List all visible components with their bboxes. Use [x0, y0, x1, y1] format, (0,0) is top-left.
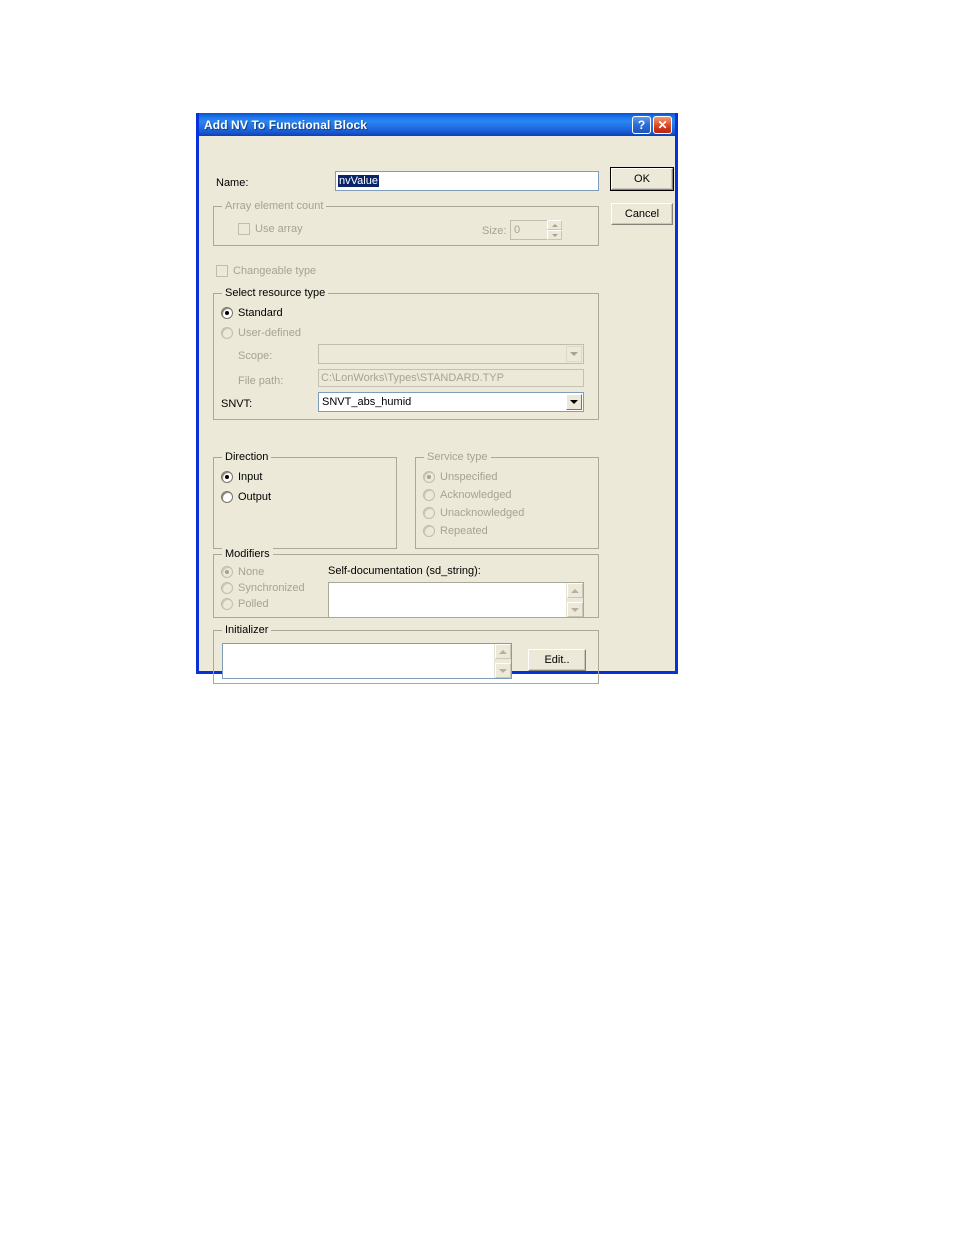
direction-group: Direction Input Output — [213, 451, 397, 549]
file-path-field: C:\LonWorks\Types\STANDARD.TYP — [318, 369, 584, 387]
radio-icon — [423, 489, 435, 501]
checkbox-icon — [216, 265, 228, 277]
radio-service-acknowledged-label: Acknowledged — [440, 489, 512, 501]
radio-service-repeated-label: Repeated — [440, 525, 488, 537]
title-bar[interactable]: Add NV To Functional Block ? ✕ — [199, 113, 675, 136]
radio-service-acknowledged[interactable]: Acknowledged — [423, 489, 512, 501]
sd-string-label: Self-documentation (sd_string): — [328, 565, 481, 577]
radio-icon — [221, 307, 233, 319]
initializer-title: Initializer — [222, 624, 272, 636]
radio-modifier-none-label: None — [238, 566, 265, 578]
stepper-down-icon[interactable] — [547, 230, 562, 240]
snvt-value: SNVT_abs_humid — [322, 396, 412, 408]
radio-direction-input-label: Input — [238, 471, 263, 483]
edit-button[interactable]: Edit.. — [528, 649, 586, 671]
snvt-dropdown[interactable]: SNVT_abs_humid — [318, 392, 584, 412]
name-label: Name: — [216, 177, 249, 189]
service-type-group: Service type Unspecified Acknowledged Un… — [415, 451, 599, 549]
changeable-type-checkbox[interactable]: Changeable type — [216, 265, 316, 277]
radio-service-unspecified-label: Unspecified — [440, 471, 498, 483]
radio-icon — [221, 471, 233, 483]
radio-icon — [221, 598, 233, 610]
modifiers-title: Modifiers — [222, 548, 273, 560]
name-input-value: nvValue — [338, 175, 379, 187]
radio-direction-output-label: Output — [238, 491, 272, 503]
initializer-textarea[interactable] — [222, 643, 512, 679]
file-path-label: File path: — [238, 375, 284, 387]
radio-user-defined-label: User-defined — [238, 327, 301, 339]
scope-dropdown[interactable] — [318, 344, 584, 364]
scope-label: Scope: — [238, 350, 273, 362]
scroll-down-icon[interactable] — [567, 602, 583, 617]
stepper-up-icon[interactable] — [547, 220, 562, 230]
modifiers-group: Modifiers None Synchronized Polled Self-… — [213, 548, 599, 618]
close-icon[interactable]: ✕ — [653, 115, 672, 134]
title-bar-buttons: ? ✕ — [632, 115, 672, 134]
radio-icon — [221, 491, 233, 503]
use-array-label: Use array — [255, 223, 303, 235]
radio-service-unacknowledged-label: Unacknowledged — [440, 507, 525, 519]
radio-modifier-synchronized[interactable]: Synchronized — [221, 582, 305, 594]
radio-standard-label: Standard — [238, 307, 283, 319]
use-array-checkbox[interactable]: Use array — [238, 223, 303, 235]
radio-modifier-polled[interactable]: Polled — [221, 598, 269, 610]
changeable-type-label: Changeable type — [233, 265, 317, 277]
radio-direction-input[interactable]: Input — [221, 471, 262, 483]
chevron-down-icon[interactable] — [566, 394, 582, 410]
add-nv-dialog: Add NV To Functional Block ? ✕ Name: nvV… — [196, 113, 678, 684]
radio-icon — [423, 525, 435, 537]
radio-icon — [423, 507, 435, 519]
array-size-stepper[interactable]: 0 — [510, 220, 562, 240]
file-path-value: C:\LonWorks\Types\STANDARD.TYP — [321, 372, 504, 384]
ok-button[interactable]: OK — [610, 167, 674, 191]
radio-modifier-none[interactable]: None — [221, 566, 264, 578]
radio-icon — [423, 471, 435, 483]
radio-direction-output[interactable]: Output — [221, 491, 271, 503]
radio-icon — [221, 327, 233, 339]
radio-icon — [221, 566, 233, 578]
direction-title: Direction — [222, 451, 272, 463]
scroll-down-icon[interactable] — [495, 663, 511, 678]
sd-string-value[interactable] — [329, 583, 566, 617]
array-element-count-title: Array element count — [222, 200, 327, 212]
radio-service-unacknowledged[interactable]: Unacknowledged — [423, 507, 524, 519]
initializer-group: Initializer Edit.. — [213, 624, 599, 684]
array-size-value[interactable]: 0 — [510, 220, 547, 240]
sd-string-textarea[interactable] — [328, 582, 584, 618]
checkbox-icon — [238, 223, 250, 235]
radio-modifier-polled-label: Polled — [238, 598, 269, 610]
radio-icon — [221, 582, 233, 594]
radio-user-defined[interactable]: User-defined — [221, 327, 301, 339]
initializer-value[interactable] — [223, 644, 494, 678]
size-label: Size: — [482, 225, 507, 237]
dialog-title: Add NV To Functional Block — [204, 117, 368, 132]
array-size-buttons[interactable] — [547, 220, 562, 240]
select-resource-type-group: Select resource type Standard User-defin… — [213, 287, 599, 420]
scroll-up-icon[interactable] — [495, 644, 511, 659]
radio-service-repeated[interactable]: Repeated — [423, 525, 488, 537]
cancel-button[interactable]: Cancel — [611, 203, 673, 225]
scroll-up-icon[interactable] — [567, 583, 583, 598]
radio-service-unspecified[interactable]: Unspecified — [423, 471, 497, 483]
snvt-label: SNVT: — [221, 398, 253, 410]
sd-string-scrollbar[interactable] — [566, 583, 583, 617]
help-icon[interactable]: ? — [632, 115, 651, 134]
dialog-body: Name: nvValue OK Cancel Array element co… — [199, 136, 675, 684]
service-type-title: Service type — [424, 451, 491, 463]
radio-modifier-synchronized-label: Synchronized — [238, 582, 305, 594]
radio-standard[interactable]: Standard — [221, 307, 283, 319]
initializer-scrollbar[interactable] — [494, 644, 511, 678]
chevron-down-icon[interactable] — [566, 346, 582, 362]
name-input[interactable]: nvValue — [335, 171, 599, 191]
select-resource-type-title: Select resource type — [222, 287, 329, 299]
array-element-count-group: Array element count Use array Size: 0 — [213, 200, 599, 246]
